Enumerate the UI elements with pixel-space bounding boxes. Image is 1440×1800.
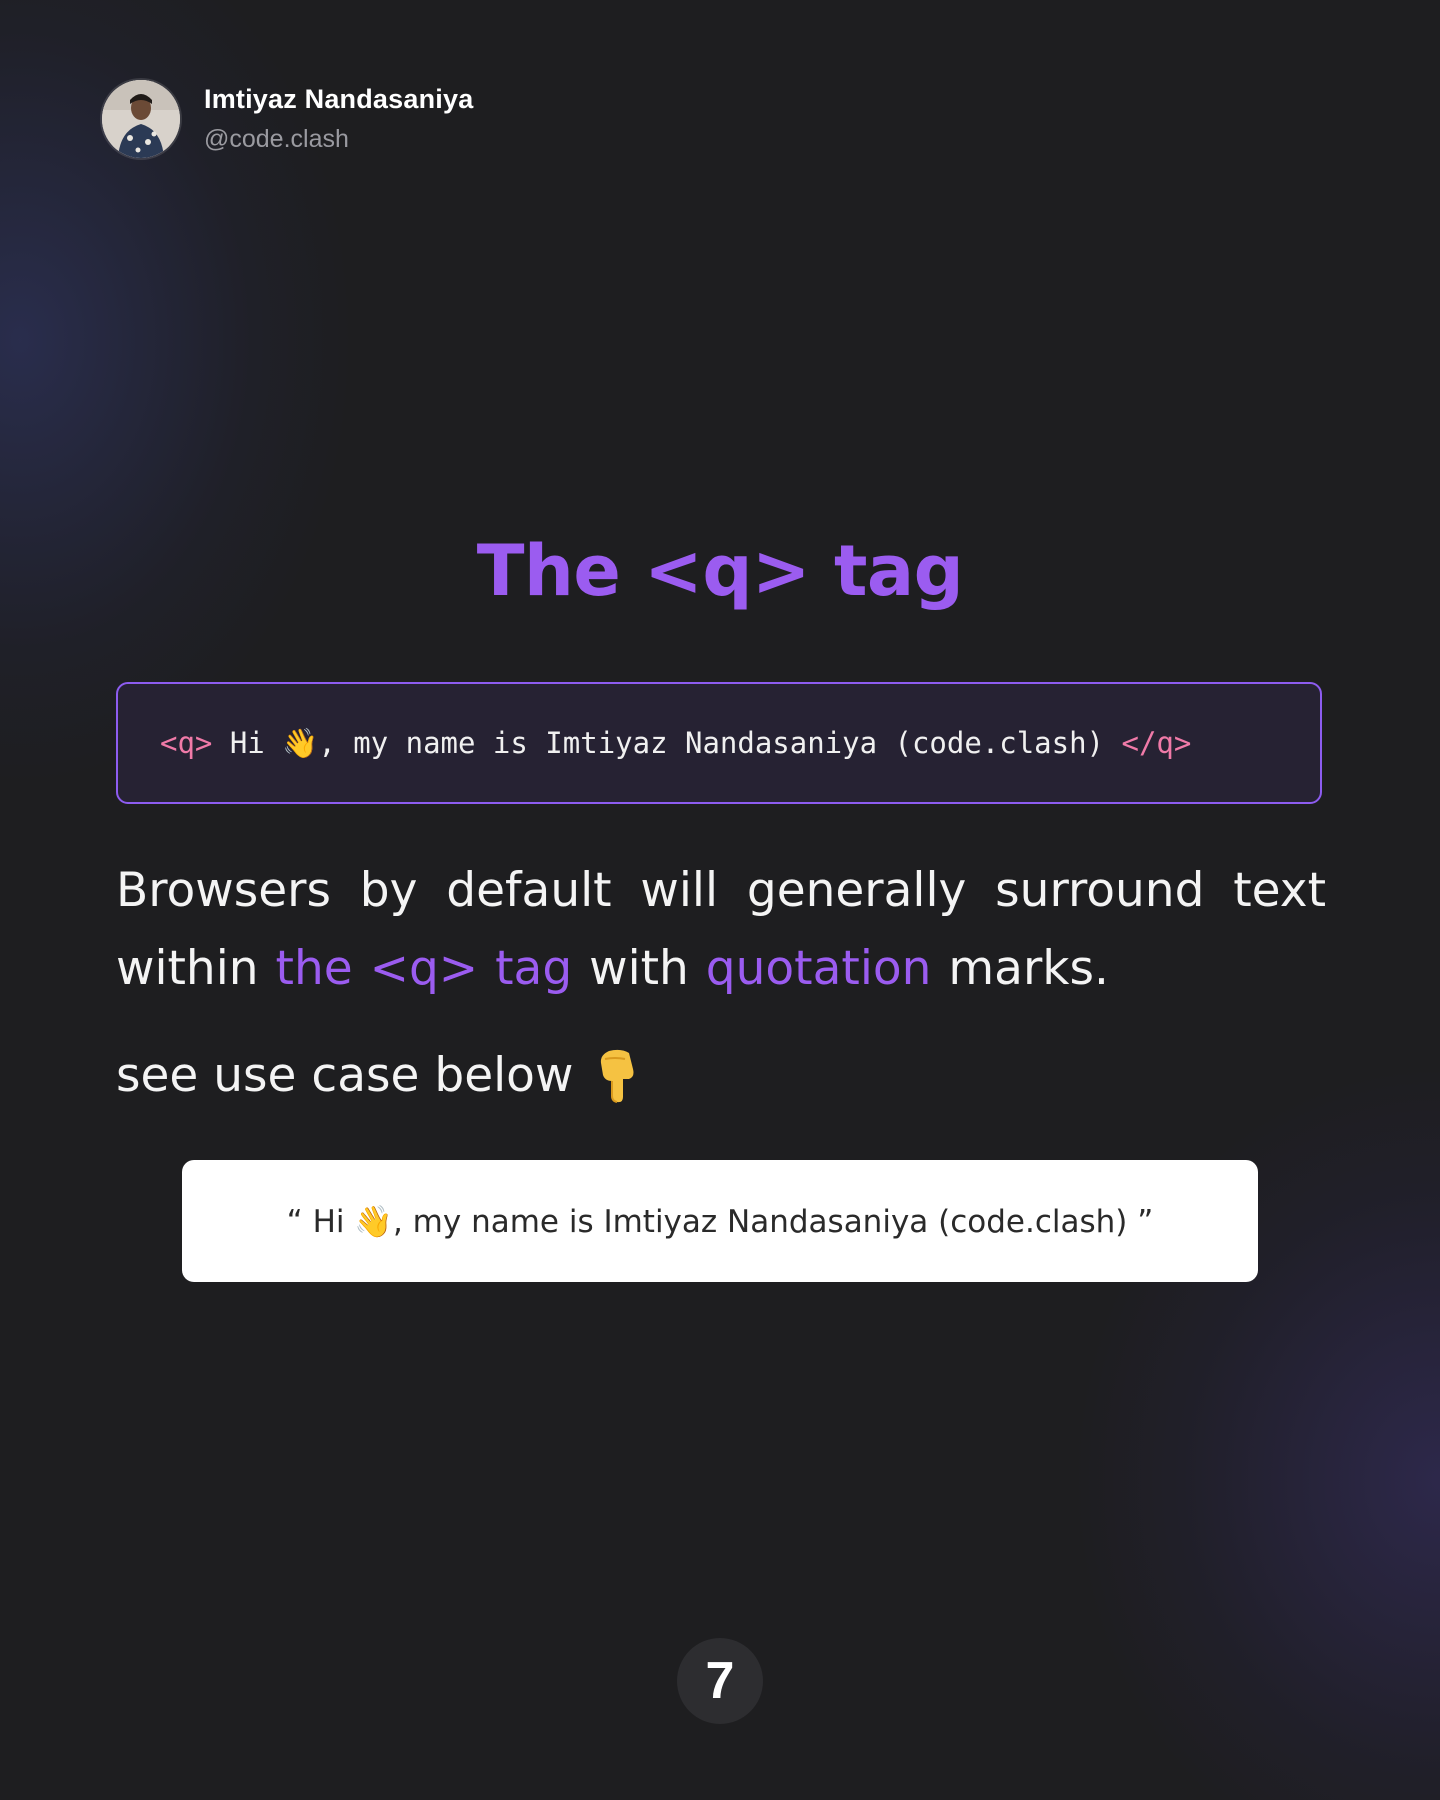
description-highlight-tag: the <q> tag [275,941,573,996]
code-close-tag: </q> [1121,726,1192,760]
code-snippet: <q> Hi 👋, my name is Imtiyaz Nandasaniya… [116,682,1322,804]
code-open-tag: <q> [160,726,213,760]
pointing-down-hand-icon [595,1049,639,1103]
avatar [102,80,180,158]
slide: Imtiyaz Nandasaniya @code.clash The <q> … [0,0,1440,1800]
page-title: The <q> tag [476,530,964,612]
code-content: Hi 👋, my name is Imtiyaz Nandasaniya (co… [212,725,1122,760]
author-header: Imtiyaz Nandasaniya @code.clash [102,80,473,158]
description: Browsers by default will generally surro… [116,852,1326,1008]
author-text: Imtiyaz Nandasaniya @code.clash [204,84,473,154]
rendered-output: “ Hi 👋, my name is Imtiyaz Nandasaniya (… [182,1160,1258,1282]
description-text: marks. [931,941,1109,996]
page-number: 7 [677,1638,763,1724]
description-highlight-quotation: quotation [705,941,932,996]
author-handle: @code.clash [204,125,349,153]
rendered-quote-text: “ Hi 👋, my name is Imtiyaz Nandasaniya (… [286,1203,1154,1240]
author-name: Imtiyaz Nandasaniya [204,84,474,114]
use-case-heading: see use case below [116,1048,639,1103]
description-text: with [572,941,706,996]
use-case-label: see use case below [116,1048,574,1103]
person-avatar-icon [102,80,180,158]
